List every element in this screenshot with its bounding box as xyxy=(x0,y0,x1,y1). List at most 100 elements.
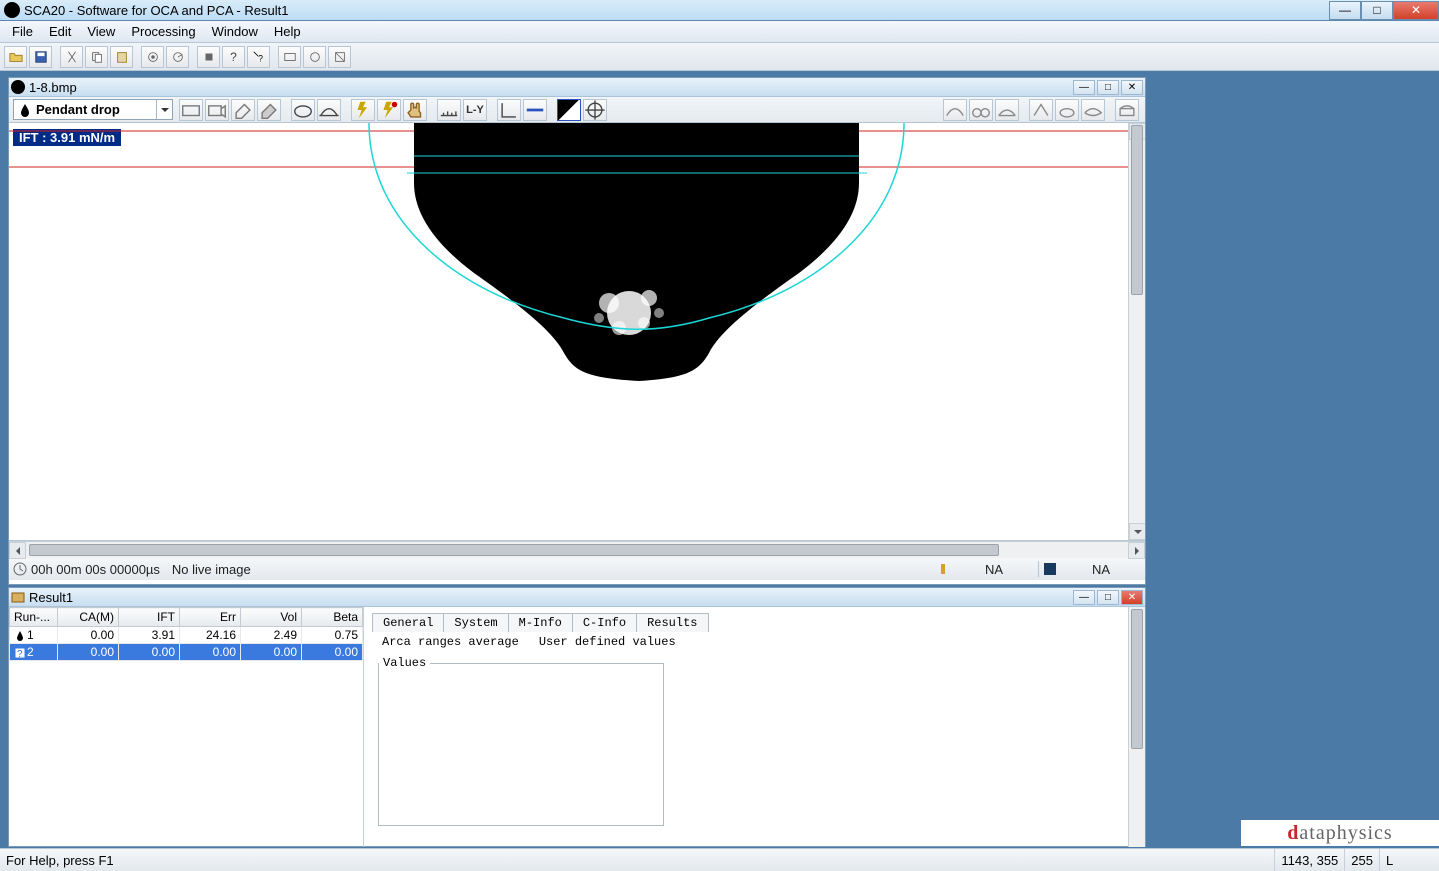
image-vscroll[interactable] xyxy=(1128,123,1145,540)
scroll-left-icon[interactable] xyxy=(9,542,26,559)
menu-window[interactable]: Window xyxy=(204,22,266,41)
image-window-titlebar[interactable]: 1-8.bmp — □ ✕ xyxy=(9,78,1145,97)
gear2-button[interactable] xyxy=(166,46,189,68)
result-window-close[interactable]: ✕ xyxy=(1121,590,1143,605)
image-statusbar: 00h 00m 00s 00000µs No live image NA NA xyxy=(9,558,1145,580)
menu-view[interactable]: View xyxy=(79,22,123,41)
circle-button[interactable] xyxy=(291,99,315,121)
target-button[interactable] xyxy=(583,99,607,121)
axis-button[interactable] xyxy=(497,99,521,121)
shape4-button[interactable] xyxy=(1029,99,1053,121)
col-cam[interactable]: CA(M) xyxy=(58,608,119,627)
camera1-button[interactable] xyxy=(179,99,203,121)
shape5-button[interactable] xyxy=(1055,99,1079,121)
values-legend: Values xyxy=(379,656,430,670)
table-row[interactable]: 10.003.9124.162.490.75 xyxy=(10,627,363,644)
drop-type-combo[interactable]: Pendant drop xyxy=(13,99,173,120)
tool-c-button[interactable] xyxy=(328,46,351,68)
ruler-button[interactable] xyxy=(437,99,461,121)
hscroll-thumb[interactable] xyxy=(29,544,999,556)
col-beta[interactable]: Beta xyxy=(302,608,363,627)
result-vscroll[interactable] xyxy=(1128,607,1145,847)
window-titlebar: SCA20 - Software for OCA and PCA - Resul… xyxy=(0,0,1439,21)
col-ift[interactable]: IFT xyxy=(119,608,180,627)
scroll-right-icon[interactable] xyxy=(1128,542,1145,559)
image-window-close[interactable]: ✕ xyxy=(1121,80,1143,95)
erase2-button[interactable] xyxy=(257,99,281,121)
stop-button[interactable] xyxy=(197,46,220,68)
help-button[interactable]: ? xyxy=(222,46,245,68)
context-help-button[interactable]: ? xyxy=(247,46,270,68)
image-toolbar: Pendant drop L-Y xyxy=(9,97,1145,123)
tab-general[interactable]: General xyxy=(372,613,444,632)
shape6-button[interactable] xyxy=(1081,99,1105,121)
tool-a-button[interactable] xyxy=(278,46,301,68)
status-time: 00h 00m 00s 00000µs xyxy=(31,562,160,577)
open-button[interactable] xyxy=(4,46,27,68)
table-header-row[interactable]: Run-... CA(M) IFT Err Vol Beta xyxy=(10,608,363,627)
menubar: File Edit View Processing Window Help xyxy=(0,21,1439,43)
dataphysics-logo: dataphysics xyxy=(1241,820,1439,846)
shape3-button[interactable] xyxy=(995,99,1019,121)
close-button[interactable]: ✕ xyxy=(1393,1,1439,20)
subtab-arca[interactable]: Arca ranges average xyxy=(372,634,529,650)
ly-button[interactable]: L-Y xyxy=(463,99,487,121)
result-window-maximize[interactable]: □ xyxy=(1097,590,1119,605)
logo-d: d xyxy=(1287,822,1299,845)
status-live: No live image xyxy=(172,562,936,577)
save-button[interactable] xyxy=(29,46,52,68)
menu-file[interactable]: File xyxy=(4,22,41,41)
result-window-titlebar[interactable]: Result1 — □ ✕ xyxy=(9,588,1145,607)
hand-button[interactable] xyxy=(403,99,427,121)
shape7-button[interactable] xyxy=(1115,99,1139,121)
line-button[interactable] xyxy=(523,99,547,121)
cut-button[interactable] xyxy=(60,46,83,68)
col-vol[interactable]: Vol xyxy=(241,608,302,627)
tab-system[interactable]: System xyxy=(443,613,508,632)
tab-minfo[interactable]: M-Info xyxy=(508,613,573,632)
shape1-button[interactable] xyxy=(943,99,967,121)
table-row[interactable]: ?20.000.000.000.000.00 xyxy=(10,644,363,661)
image-canvas[interactable]: IFT : 3.91 mN/m xyxy=(9,123,1145,541)
col-err[interactable]: Err xyxy=(180,608,241,627)
result-vscroll-thumb[interactable] xyxy=(1131,609,1143,749)
copy-button[interactable] xyxy=(85,46,108,68)
status-help: For Help, press F1 xyxy=(0,853,1274,868)
gear1-button[interactable] xyxy=(141,46,164,68)
contrast-button[interactable] xyxy=(557,99,581,121)
scroll-down-icon[interactable] xyxy=(1129,523,1145,540)
values-fieldset: Values xyxy=(378,656,664,826)
bolt2-button[interactable] xyxy=(377,99,401,121)
arc-button[interactable] xyxy=(317,99,341,121)
tool-b-button[interactable] xyxy=(303,46,326,68)
image-hscroll[interactable] xyxy=(9,541,1145,558)
status-value: 255 xyxy=(1344,849,1379,871)
col-run[interactable]: Run-... xyxy=(10,608,58,627)
result-window-minimize[interactable]: — xyxy=(1073,590,1095,605)
shape2-button[interactable] xyxy=(969,99,993,121)
chevron-down-icon[interactable] xyxy=(156,100,172,119)
tab-results[interactable]: Results xyxy=(636,613,708,632)
result-table[interactable]: Run-... CA(M) IFT Err Vol Beta 10.003.91… xyxy=(9,607,363,661)
drop-type-label: Pendant drop xyxy=(36,102,120,117)
menu-edit[interactable]: Edit xyxy=(41,22,79,41)
maximize-button[interactable]: □ xyxy=(1361,1,1393,20)
menu-help[interactable]: Help xyxy=(266,22,309,41)
subtab-user[interactable]: User defined values xyxy=(529,634,686,650)
clock-icon xyxy=(13,562,27,576)
image-window-maximize[interactable]: □ xyxy=(1097,80,1119,95)
window-title: SCA20 - Software for OCA and PCA - Resul… xyxy=(24,3,1329,18)
bolt1-button[interactable] xyxy=(351,99,375,121)
info-icon xyxy=(936,562,950,576)
minimize-button[interactable]: — xyxy=(1329,1,1361,20)
camera2-button[interactable] xyxy=(205,99,229,121)
status-mode: L xyxy=(1379,849,1439,871)
erase-button[interactable] xyxy=(231,99,255,121)
tab-cinfo[interactable]: C-Info xyxy=(572,613,637,632)
vscroll-thumb[interactable] xyxy=(1131,125,1143,295)
image-window-minimize[interactable]: — xyxy=(1073,80,1095,95)
result-tabs: General System M-Info C-Info Results xyxy=(372,613,1145,632)
menu-processing[interactable]: Processing xyxy=(123,22,203,41)
paste-button[interactable] xyxy=(110,46,133,68)
svg-text:?: ? xyxy=(17,649,23,659)
